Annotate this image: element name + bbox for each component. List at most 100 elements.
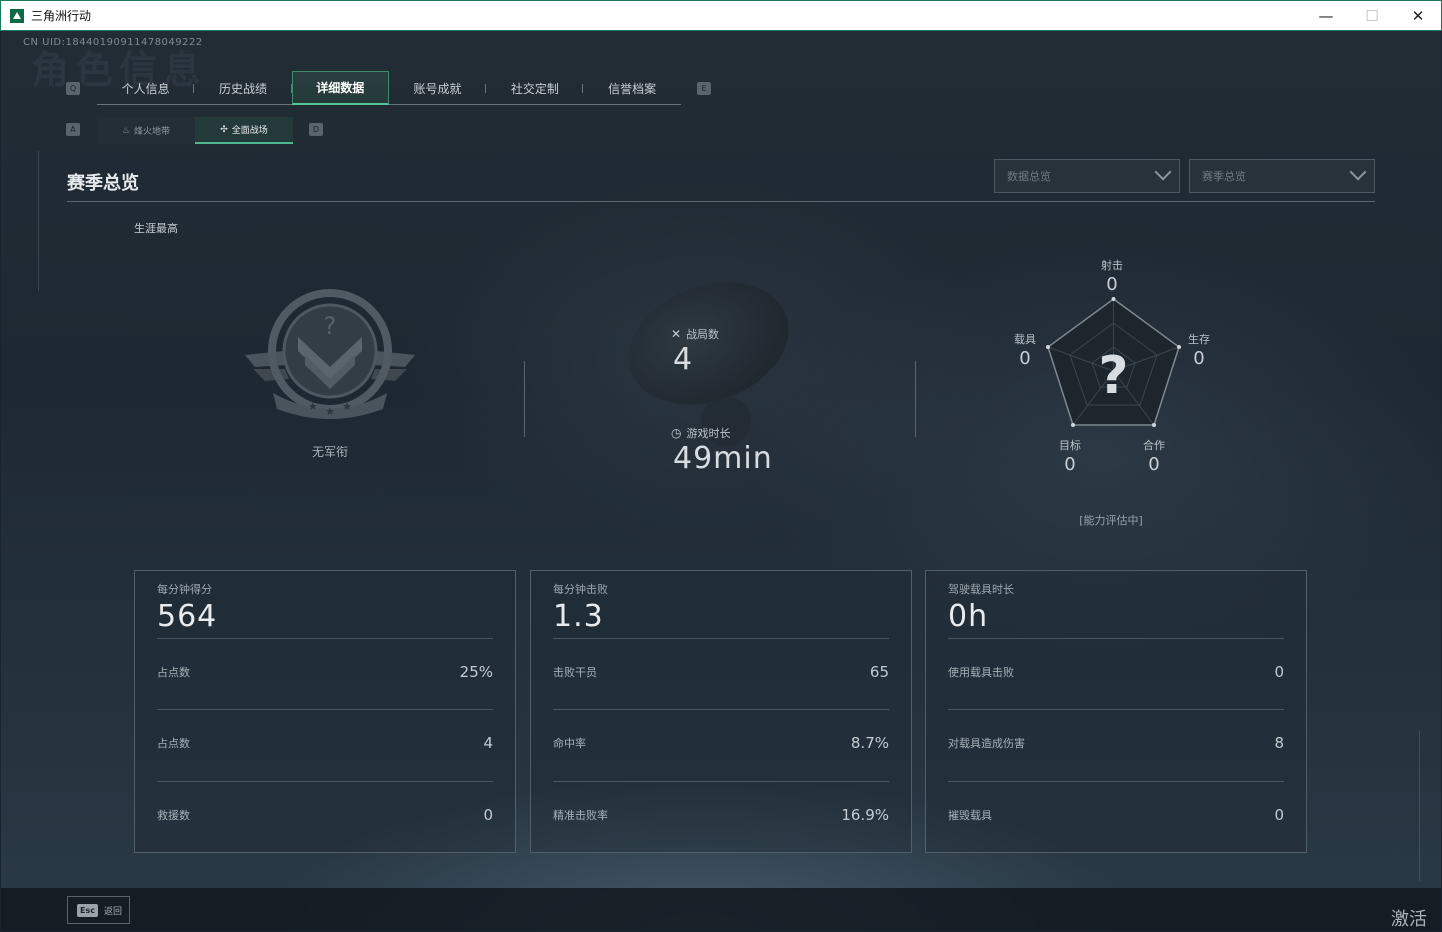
- background-radar-dish: [611, 261, 806, 426]
- minimize-button[interactable]: —: [1303, 1, 1349, 31]
- deco-line: [38, 151, 39, 291]
- back-button[interactable]: Esc 返回: [67, 896, 130, 924]
- subtab-label: 全面战场: [231, 126, 268, 136]
- subtab-full-battlefield[interactable]: ✣ 全面战场: [195, 117, 293, 144]
- card-divider: [553, 781, 889, 782]
- row-value: 8: [1274, 734, 1284, 752]
- svg-text:★: ★: [342, 400, 352, 413]
- matches-label-text: 战局数: [686, 328, 720, 341]
- score-per-minute-card: 每分钟得分 564 占点数 25% 占点数 4 救援数 0: [134, 570, 516, 853]
- row-value: 16.9%: [841, 806, 889, 824]
- tab-achievements[interactable]: 账号成就: [389, 71, 487, 105]
- tab-personal-info[interactable]: 个人信息: [97, 71, 195, 105]
- window-title: 三角洲行动: [31, 9, 92, 23]
- row-value: 0: [1274, 663, 1284, 681]
- dropdown-value: 数据总览: [1007, 170, 1051, 183]
- card-row: 对载具造成伤害 8: [948, 734, 1284, 752]
- card-title: 每分钟击败: [553, 583, 608, 596]
- section-divider: [67, 201, 1375, 202]
- matches-value: 4: [673, 342, 694, 377]
- game-viewport: 角色信息 CN UID:18440190911478049222 Q 个人信息 …: [1, 31, 1441, 931]
- column-divider: [915, 361, 916, 437]
- subtab-hazard-zone[interactable]: ♨ 烽火地带: [97, 117, 195, 144]
- radar-label-shooting: 射击: [1101, 259, 1123, 272]
- data-view-dropdown[interactable]: 数据总览: [994, 159, 1180, 193]
- card-divider: [157, 781, 493, 782]
- card-row: 救援数 0: [157, 806, 493, 824]
- tab-label: 社交定制: [510, 81, 559, 96]
- radar-center-glyph: ?: [1098, 346, 1128, 406]
- page-title: 赛季总览: [67, 173, 139, 194]
- card-row: 占点数 25%: [157, 663, 493, 681]
- deco-line: [1419, 731, 1420, 881]
- playtime-label-text: 游戏时长: [686, 427, 731, 440]
- radar-label-vehicle: 载具: [1014, 333, 1036, 346]
- ability-radar-chart: ?: [1046, 297, 1181, 427]
- card-divider: [948, 781, 1284, 782]
- player-uid: CN UID:18440190911478049222: [23, 37, 203, 48]
- row-value: 65: [869, 663, 889, 681]
- card-value: 1.3: [553, 599, 604, 634]
- tab-label: 账号成就: [413, 81, 462, 96]
- card-value: 564: [157, 599, 218, 634]
- svg-text:?: ?: [324, 312, 337, 340]
- matches-label: ✕ 战局数: [671, 326, 719, 342]
- row-value: 8.7%: [850, 734, 889, 752]
- tab-prev-key-hint[interactable]: Q: [66, 82, 80, 95]
- radar-value-objective: 0: [1064, 454, 1076, 475]
- card-row: 占点数 4: [157, 734, 493, 752]
- window-titlebar: 三角洲行动 — ☐ ✕: [0, 0, 1442, 31]
- radar-label-teamwork: 合作: [1143, 439, 1165, 452]
- subtab-prev-key-hint[interactable]: A: [66, 123, 80, 136]
- tab-next-key-hint[interactable]: E: [697, 82, 711, 95]
- radar-value-vehicle: 0: [1019, 348, 1031, 369]
- playtime-value: 49min: [673, 441, 773, 476]
- mode-subtabs: ♨ 烽火地带 ✣ 全面战场: [97, 117, 293, 144]
- card-divider: [157, 638, 493, 639]
- crossed-swords-icon: ✕: [671, 327, 682, 341]
- row-label: 对载具造成伤害: [948, 737, 1025, 750]
- rank-emblem-icon: ? ★ ★ ★: [245, 289, 415, 419]
- main-tabs: 个人信息 历史战绩 详细数据 账号成就 社交定制 信誉档案: [97, 71, 681, 105]
- chevron-down-icon: [1154, 163, 1172, 181]
- maximize-button[interactable]: ☐: [1349, 1, 1395, 31]
- ability-eval-note: [能力评估中]: [1079, 514, 1143, 527]
- tab-match-history[interactable]: 历史战绩: [194, 71, 292, 105]
- row-label: 使用载具击败: [948, 666, 1014, 679]
- card-row: 击败干员 65: [553, 663, 889, 681]
- subtab-next-key-hint[interactable]: D: [309, 123, 323, 136]
- subtab-label: 烽火地带: [134, 127, 171, 137]
- playtime-label: ◷ 游戏时长: [671, 425, 730, 441]
- season-dropdown[interactable]: 赛季总览: [1189, 159, 1375, 193]
- row-value: 0: [483, 806, 493, 824]
- tab-credit-record[interactable]: 信誉档案: [583, 71, 680, 105]
- window-controls: — ☐ ✕: [1303, 1, 1441, 31]
- card-divider: [157, 709, 493, 710]
- row-label: 摧毁载具: [948, 809, 992, 822]
- chevron-down-icon: [1349, 163, 1367, 181]
- tab-label: 详细数据: [316, 81, 365, 95]
- card-divider: [948, 638, 1284, 639]
- row-label: 击败干员: [553, 666, 597, 679]
- card-row: 精准击败率 16.9%: [553, 806, 889, 824]
- row-value: 25%: [459, 663, 493, 681]
- tab-detailed-data[interactable]: 详细数据: [291, 71, 389, 105]
- card-title: 每分钟得分: [157, 583, 212, 596]
- row-label: 占点数: [157, 666, 190, 679]
- kills-per-minute-card: 每分钟击败 1.3 击败干员 65 命中率 8.7% 精准击败率 16.9%: [530, 570, 912, 853]
- row-value: 4: [483, 734, 493, 752]
- row-label: 救援数: [157, 809, 190, 822]
- card-divider: [948, 709, 1284, 710]
- stopwatch-icon: ◷: [671, 426, 682, 440]
- radar-value-shooting: 0: [1106, 274, 1118, 295]
- row-label: 命中率: [553, 737, 586, 750]
- tab-social[interactable]: 社交定制: [486, 71, 584, 105]
- card-divider: [553, 709, 889, 710]
- close-button[interactable]: ✕: [1395, 1, 1441, 31]
- radar-value-teamwork: 0: [1148, 454, 1160, 475]
- windows-activation-watermark: 激活 W: [1391, 909, 1427, 930]
- card-row: 命中率 8.7%: [553, 734, 889, 752]
- dropdown-value: 赛季总览: [1202, 170, 1246, 183]
- radar-value-survival: 0: [1193, 348, 1205, 369]
- flame-icon: ♨: [121, 125, 131, 136]
